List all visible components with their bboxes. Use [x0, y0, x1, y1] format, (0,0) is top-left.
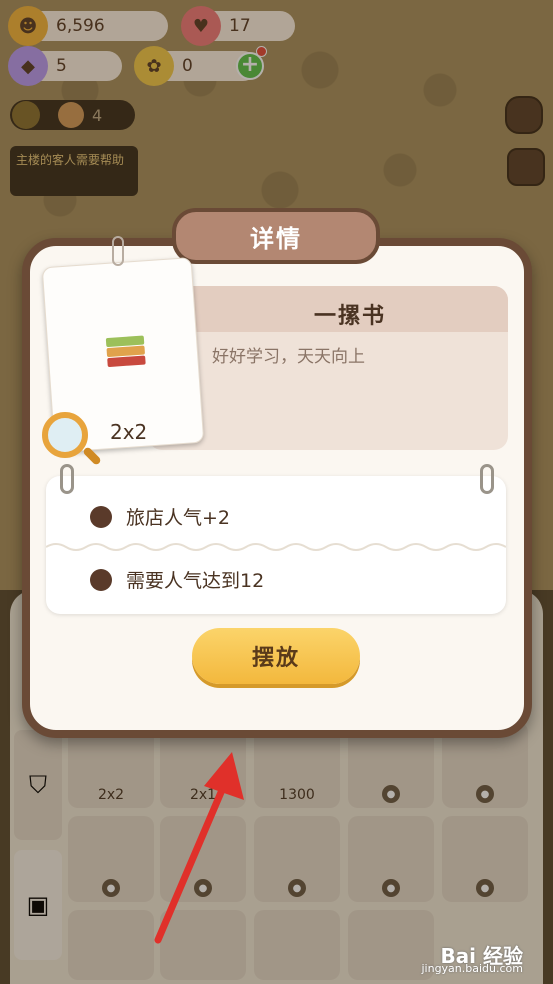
annotation-arrow — [154, 752, 244, 944]
watermark-url: jingyan.baidu.com — [421, 962, 523, 975]
